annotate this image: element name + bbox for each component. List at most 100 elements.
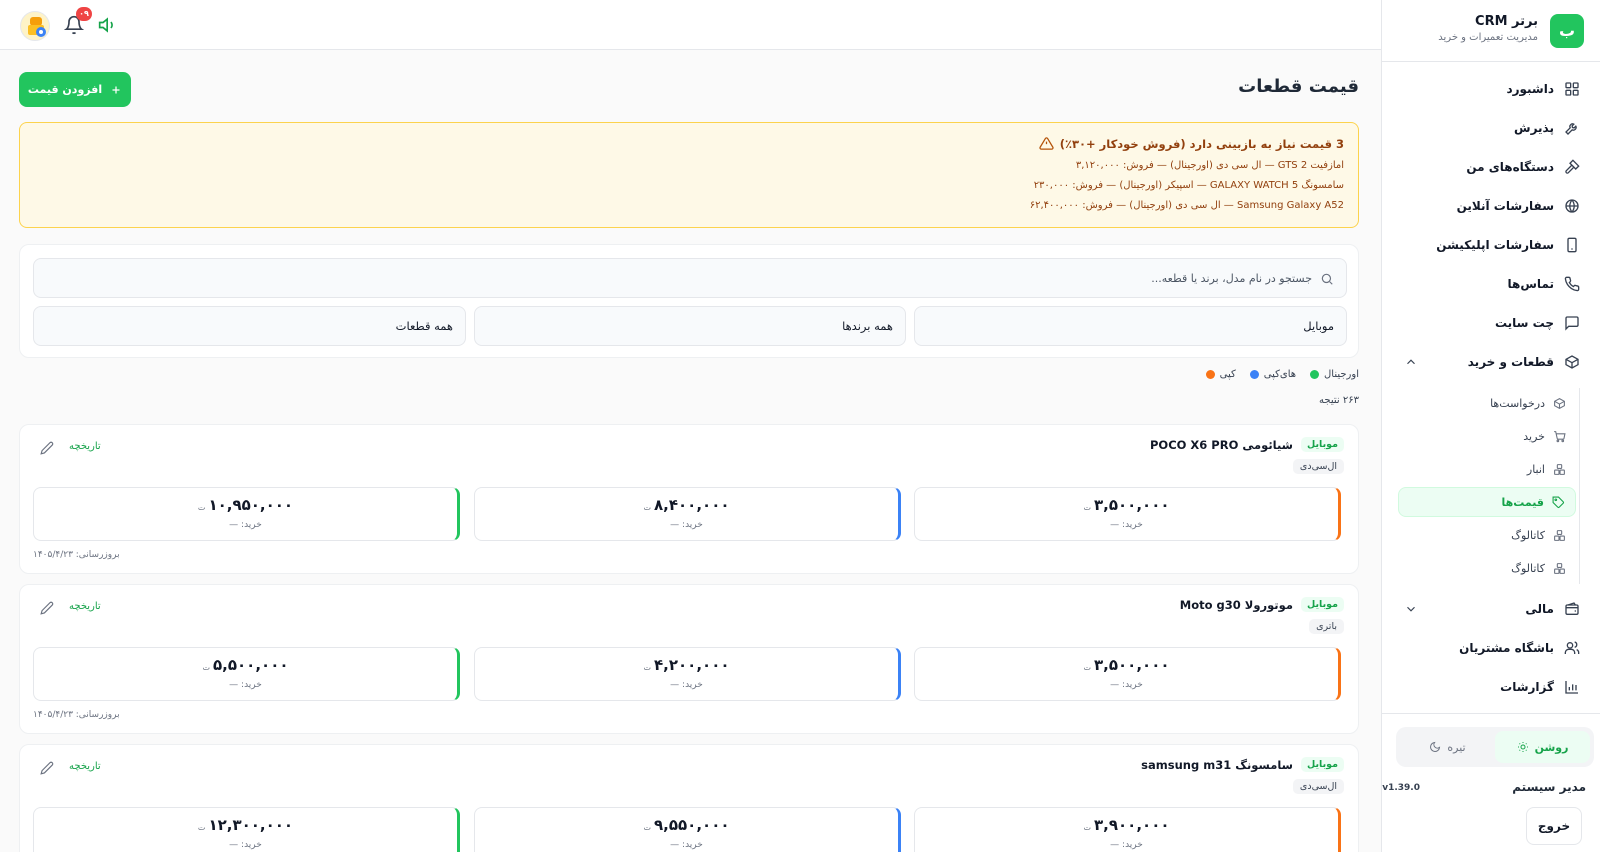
buy-price: خرید: — — [229, 840, 262, 850]
sidebar-item-finance[interactable]: مالی — [1398, 591, 1588, 627]
alert-line: امازفیت GTS 2 — ال سی دی (اورجینال) — فر… — [1075, 160, 1344, 171]
theme-light-button[interactable]: روشن — [1495, 731, 1590, 763]
price-value: ۳,۵۰۰,۰۰۰ت — [915, 656, 1338, 674]
sidebar-item-calls[interactable]: تماس‌ها — [1398, 266, 1588, 302]
price-box-original[interactable]: ۱۲,۳۰۰,۰۰۰ت خرید: — — [33, 807, 460, 852]
buy-price: خرید: — — [670, 520, 703, 530]
price-box-hicopy[interactable]: ۴,۲۰۰,۰۰۰ت خرید: — — [474, 647, 901, 701]
sidebar-subitem-purchase[interactable]: خرید — [1398, 421, 1576, 451]
sidebar-item-reports[interactable]: گزارشات — [1398, 669, 1588, 705]
avatar[interactable] — [20, 11, 50, 41]
price-amount: ۳,۵۰۰,۰۰۰ — [1094, 496, 1170, 514]
price-review-alert: 3 قیمت نیاز به بازبینی دارد (فروش خودکار… — [19, 122, 1359, 228]
price-box-original[interactable]: ۱۰,۹۵۰,۰۰۰ت خرید: — — [33, 487, 460, 541]
price-amount: ۹,۵۵۰,۰۰۰ — [654, 816, 730, 834]
smartphone-icon — [1567, 237, 1577, 253]
theme-toggle: روشن تیره — [1396, 727, 1594, 767]
sidebar-subitem-requests[interactable]: درخواست‌ها — [1398, 388, 1576, 418]
part-badge: ال‌سی‌دی — [1292, 779, 1344, 794]
price-box-hicopy[interactable]: ۹,۵۵۰,۰۰۰ت خرید: — — [474, 807, 901, 852]
logout-button[interactable]: خروج — [1526, 807, 1582, 845]
page-title: قیمت قطعات — [1238, 76, 1359, 97]
sidebar-item-customer-club[interactable]: باشگاه مشتریان — [1398, 630, 1588, 666]
chevron-up-icon — [1407, 359, 1415, 365]
sidebar-item-app-orders[interactable]: سفارشات اپلیکیشن — [1398, 227, 1588, 263]
pencil-icon[interactable] — [40, 441, 54, 455]
sidebar-subitem-prices[interactable]: قیمت‌ها — [1398, 487, 1576, 517]
sidebar-item-label: قطعات و خرید — [1467, 355, 1554, 369]
wallet-icon — [1565, 602, 1579, 615]
price-value: ۳,۵۰۰,۰۰۰ت — [915, 496, 1338, 514]
sidebar-item-parts-purchase[interactable]: قطعات و خرید — [1398, 344, 1588, 380]
category-select[interactable]: موبایل — [914, 306, 1347, 346]
theme-dark-button[interactable]: تیره — [1400, 731, 1495, 763]
price-amount: ۵,۵۰۰,۰۰۰ — [213, 656, 289, 674]
warning-triangle-icon — [1039, 137, 1054, 150]
price-box-copy[interactable]: ۳,۹۰۰,۰۰۰ت خرید: — — [914, 807, 1341, 852]
model-name: سامسونگ samsung m31 — [1141, 757, 1293, 772]
legend-label: اورجینال — [1324, 369, 1359, 380]
history-link[interactable]: تاریخچه — [69, 441, 101, 452]
sidebar: ب برتر CRM مدیریت تعمیرات و خرید داشبورد… — [1381, 0, 1600, 852]
price-box-copy[interactable]: ۳,۵۰۰,۰۰۰ت خرید: — — [914, 647, 1341, 701]
users-icon — [1564, 641, 1580, 654]
currency-symbol: ت — [1083, 823, 1092, 832]
price-box-original[interactable]: ۵,۵۰۰,۰۰۰ت خرید: — — [33, 647, 460, 701]
price-value: ۳,۹۰۰,۰۰۰ت — [915, 816, 1338, 834]
price-value: ۹,۵۵۰,۰۰۰ت — [475, 816, 898, 834]
legend-dot — [1310, 370, 1320, 379]
notification-badge: ۰۹ — [76, 7, 92, 21]
category-badge: موبایل — [1300, 597, 1344, 612]
legend-item-copy: کپی — [1205, 369, 1236, 380]
search-input[interactable] — [52, 259, 1312, 297]
tag-icon — [1552, 496, 1564, 508]
speaker-icon[interactable] — [98, 15, 118, 35]
sidebar-item-dashboard[interactable]: داشبورد — [1398, 71, 1588, 107]
boxes-icon — [1554, 529, 1565, 541]
part-select[interactable]: همه قطعات — [33, 306, 466, 346]
sidebar-item-label: تماس‌ها — [1507, 277, 1554, 291]
price-amount: ۱۰,۹۵۰,۰۰۰ — [208, 496, 294, 514]
legend-item-hicopy: های‌کپی — [1249, 369, 1297, 380]
buy-price: خرید: — — [670, 840, 703, 850]
currency-symbol: ت — [197, 823, 206, 832]
sidebar-subitem-label: کاتالوگ — [1511, 561, 1545, 575]
buy-price: خرید: — — [229, 520, 262, 530]
currency-symbol: ت — [643, 823, 652, 832]
price-box-hicopy[interactable]: ۸,۴۰۰,۰۰۰ت خرید: — — [474, 487, 901, 541]
sidebar-subitem-catalog-2[interactable]: کاتالوگ — [1398, 553, 1576, 583]
sidebar-item-label: گزارشات — [1500, 680, 1554, 694]
sidebar-subitem-warehouse[interactable]: انبار — [1398, 454, 1576, 484]
sidebar-subitem-label: قیمت‌ها — [1501, 495, 1544, 509]
buy-price: خرید: — — [1110, 840, 1143, 850]
legend-label: های‌کپی — [1263, 369, 1297, 380]
sun-icon — [1517, 742, 1528, 752]
sidebar-item-label: دستگاه‌های من — [1466, 160, 1554, 174]
add-price-button[interactable]: افزودن قیمت — [19, 72, 131, 107]
currency-symbol: ت — [643, 503, 652, 512]
card-header: موبایل شیائومی POCO X6 PRO — [1150, 437, 1344, 452]
pencil-icon[interactable] — [40, 761, 54, 775]
sidebar-item-my-devices[interactable]: دستگاه‌های من — [1398, 149, 1588, 185]
history-link[interactable]: تاریخچه — [69, 761, 101, 772]
app-version: v1.39.0 — [1382, 783, 1420, 793]
plus-icon — [112, 86, 120, 93]
sidebar-item-online-orders[interactable]: سفارشات آنلاین — [1398, 188, 1588, 224]
alert-header: 3 قیمت نیاز به بازبینی دارد (فروش خودکار… — [1039, 136, 1344, 151]
price-card: موبایل شیائومی POCO X6 PRO ال‌سی‌دی تاری… — [19, 424, 1359, 574]
shopping-cart-icon — [1554, 430, 1566, 442]
model-name: موتورولا Moto g30 — [1179, 597, 1293, 612]
sidebar-item-site-chat[interactable]: چت سایت — [1398, 305, 1588, 341]
sidebar-divider — [1381, 713, 1600, 714]
brand-title: برتر CRM — [1475, 14, 1538, 29]
history-link[interactable]: تاریخچه — [69, 601, 101, 612]
price-box-copy[interactable]: ۳,۵۰۰,۰۰۰ت خرید: — — [914, 487, 1341, 541]
sidebar-item-reception[interactable]: پذیرش — [1398, 110, 1588, 146]
sidebar-item-label: داشبورد — [1506, 82, 1554, 96]
brand-select[interactable]: همه برندها — [474, 306, 906, 346]
pencil-icon[interactable] — [40, 601, 54, 615]
sidebar-item-label: باشگاه مشتریان — [1459, 641, 1554, 655]
card-header: موبایل سامسونگ samsung m31 — [1141, 757, 1344, 772]
price-amount: ۳,۹۰۰,۰۰۰ — [1094, 816, 1170, 834]
sidebar-subitem-catalog[interactable]: کاتالوگ — [1398, 520, 1576, 550]
